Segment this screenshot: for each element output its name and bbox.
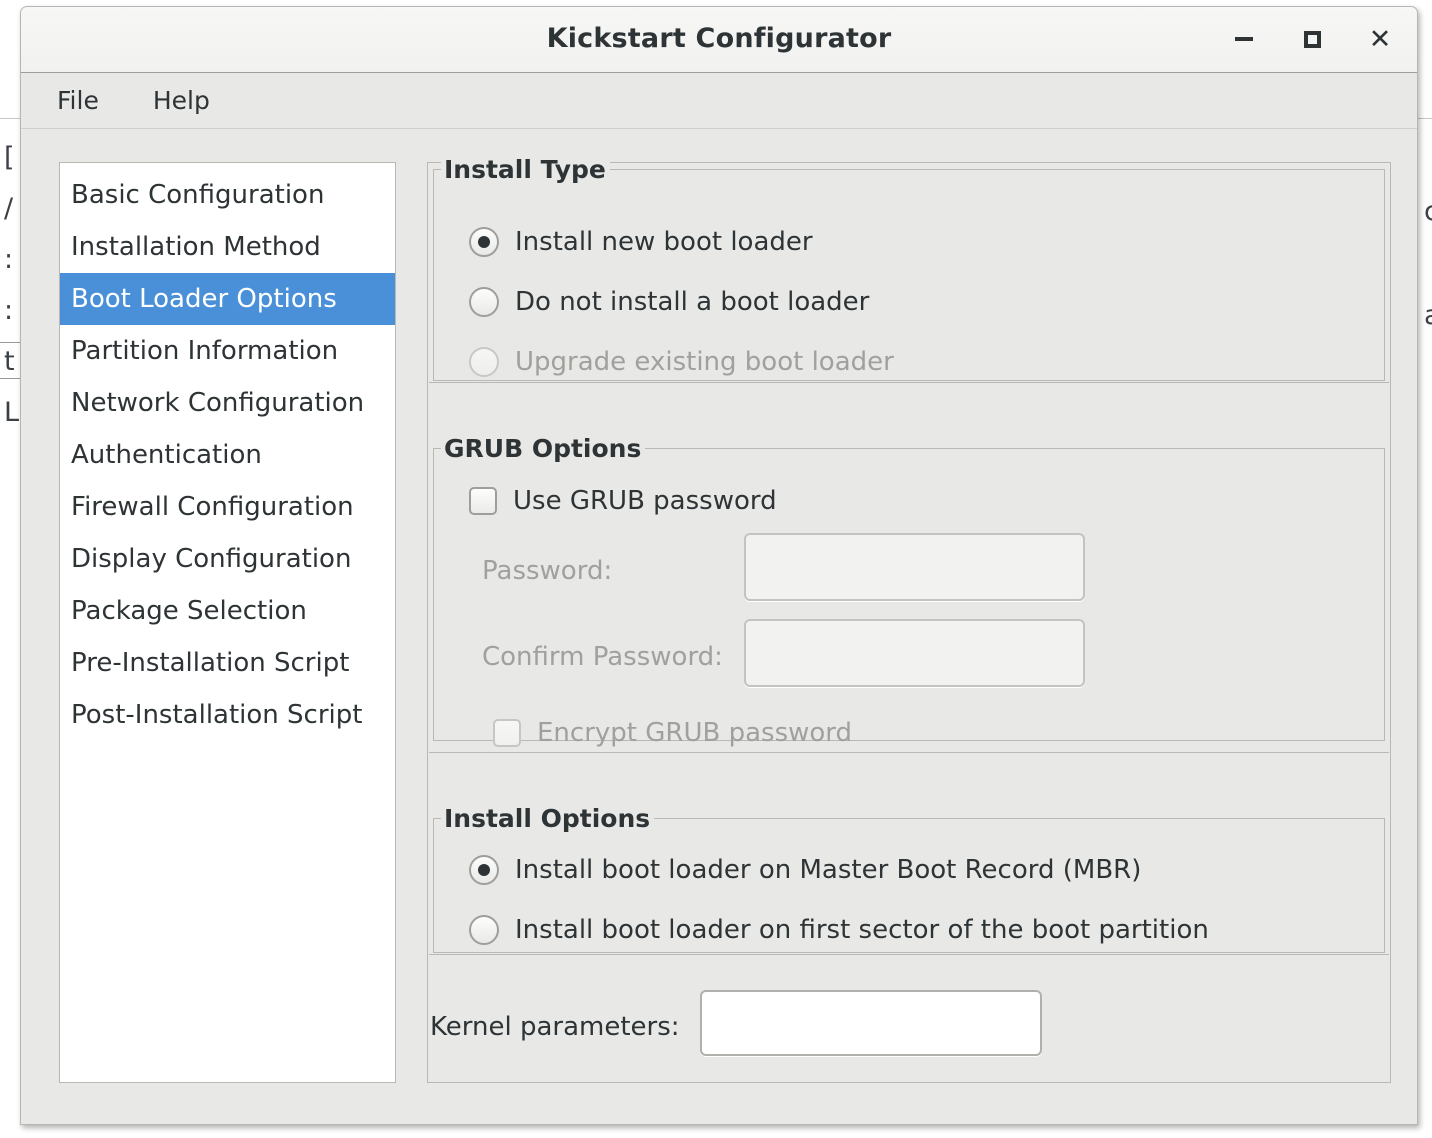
- radio-icon[interactable]: [469, 287, 499, 317]
- radio-icon[interactable]: [469, 227, 499, 257]
- install-options-legend: Install Options: [441, 804, 655, 833]
- sidebar-item-pre-installation-script[interactable]: Pre-Installation Script: [60, 637, 395, 689]
- sidebar-item-partition-information[interactable]: Partition Information: [60, 325, 395, 377]
- checkbox-label: Encrypt GRUB password: [537, 718, 853, 748]
- sidebar-item-package-selection[interactable]: Package Selection: [60, 585, 395, 637]
- sidebar-list[interactable]: Basic Configuration Installation Method …: [59, 162, 396, 1083]
- background-text-right: c a: [1424, 196, 1432, 331]
- section-divider: [429, 954, 1389, 955]
- confirm-password-label: Confirm Password:: [482, 642, 723, 672]
- sidebar-item-authentication[interactable]: Authentication: [60, 429, 395, 481]
- radio-install-new-boot-loader[interactable]: Install new boot loader: [469, 227, 813, 257]
- minimize-button[interactable]: [1229, 24, 1259, 54]
- close-button[interactable]: ✕: [1365, 24, 1395, 54]
- menu-item-file[interactable]: File: [43, 82, 113, 119]
- password-label: Password:: [482, 556, 613, 586]
- radio-icon[interactable]: [469, 915, 499, 945]
- sidebar-item-boot-loader-options[interactable]: Boot Loader Options: [60, 273, 395, 325]
- radio-label: Upgrade existing boot loader: [515, 347, 894, 377]
- radio-label: Install new boot loader: [515, 227, 813, 257]
- checkbox-encrypt-grub-password: Encrypt GRUB password: [493, 718, 852, 748]
- window-body: Basic Configuration Installation Method …: [21, 129, 1417, 1124]
- sidebar-item-installation-method[interactable]: Installation Method: [60, 221, 395, 273]
- kernel-parameters-input[interactable]: [700, 990, 1042, 1056]
- section-divider: [429, 752, 1389, 753]
- maximize-icon: [1303, 30, 1321, 48]
- sidebar-item-firewall-configuration[interactable]: Firewall Configuration: [60, 481, 395, 533]
- menu-item-help[interactable]: Help: [139, 82, 224, 119]
- sidebar-item-basic-configuration[interactable]: Basic Configuration: [60, 169, 395, 221]
- kernel-parameters-label: Kernel parameters:: [430, 1012, 680, 1042]
- sidebar-item-network-configuration[interactable]: Network Configuration: [60, 377, 395, 429]
- radio-icon: [469, 347, 499, 377]
- radio-install-on-first-sector[interactable]: Install boot loader on first sector of t…: [469, 915, 1209, 945]
- kickstart-configurator-window: Kickstart Configurator ✕ File Help Basic…: [20, 6, 1418, 1125]
- checkbox-icon: [493, 719, 521, 747]
- sidebar-item-post-installation-script[interactable]: Post-Installation Script: [60, 689, 395, 741]
- maximize-button[interactable]: [1297, 24, 1327, 54]
- checkbox-icon[interactable]: [469, 487, 497, 515]
- radio-do-not-install-boot-loader[interactable]: Do not install a boot loader: [469, 287, 869, 317]
- boot-loader-options-panel: Install Type Install new boot loader Do …: [427, 155, 1391, 1083]
- checkbox-label: Use GRUB password: [513, 486, 777, 516]
- section-divider: [429, 382, 1389, 383]
- radio-install-on-mbr[interactable]: Install boot loader on Master Boot Recor…: [469, 855, 1141, 885]
- grub-options-legend: GRUB Options: [441, 434, 646, 463]
- radio-label: Install boot loader on Master Boot Recor…: [515, 855, 1142, 885]
- radio-icon[interactable]: [469, 855, 499, 885]
- checkbox-use-grub-password[interactable]: Use GRUB password: [469, 486, 777, 516]
- title-bar[interactable]: Kickstart Configurator ✕: [21, 7, 1417, 73]
- window-controls: ✕: [1229, 7, 1395, 71]
- radio-label: Install boot loader on first sector of t…: [515, 915, 1209, 945]
- window-title: Kickstart Configurator: [546, 23, 892, 54]
- sidebar-item-display-configuration[interactable]: Display Configuration: [60, 533, 395, 585]
- confirm-password-input: [744, 619, 1085, 687]
- radio-upgrade-existing-boot-loader: Upgrade existing boot loader: [469, 347, 894, 377]
- minimize-icon: [1235, 37, 1253, 41]
- radio-label: Do not install a boot loader: [515, 287, 870, 317]
- password-input: [744, 533, 1085, 601]
- install-type-legend: Install Type: [441, 155, 610, 184]
- close-icon: ✕: [1368, 23, 1392, 55]
- menu-bar: File Help: [21, 73, 1417, 129]
